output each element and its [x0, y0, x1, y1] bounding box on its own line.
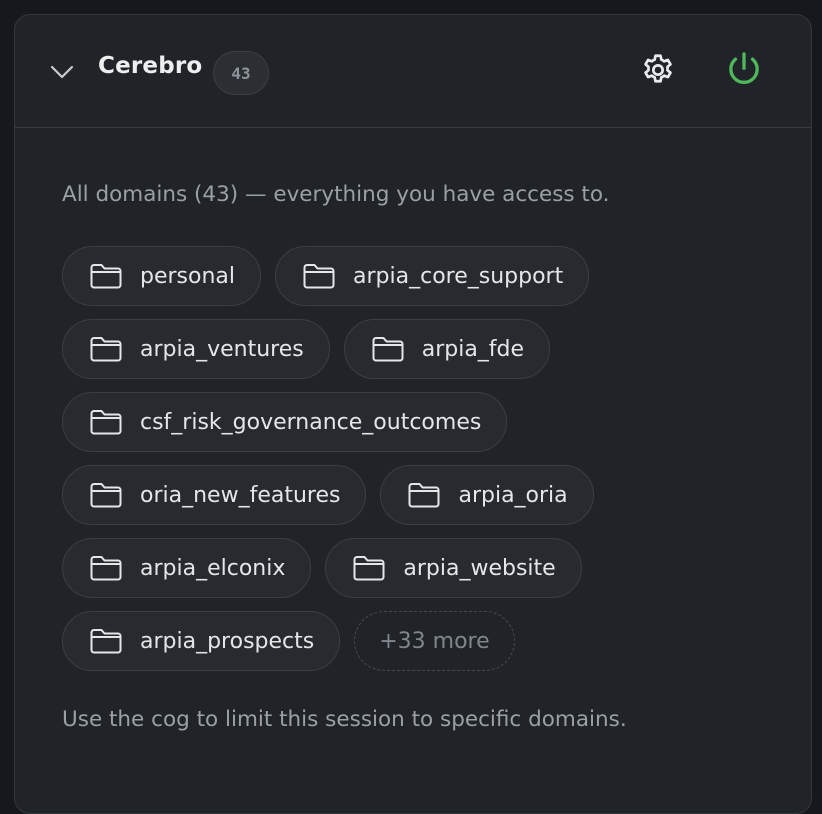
domain-chip-label: arpia_website [403, 555, 556, 581]
domain-chip[interactable]: arpia_oria [380, 465, 594, 525]
domain-chip[interactable]: oria_new_features [62, 465, 367, 525]
cerebro-panel: Cerebro 43 All domains (43) — everything… [14, 14, 812, 814]
domain-chip[interactable]: arpia_core_support [275, 246, 590, 306]
cog-hint-text: Use the cog to limit this session to spe… [62, 707, 627, 732]
domain-chip[interactable]: arpia_fde [343, 319, 551, 379]
domain-chip[interactable]: arpia_website [325, 538, 582, 598]
domain-chip[interactable]: personal [62, 246, 262, 306]
chevron-down-icon [50, 65, 74, 79]
domain-chip-label: csf_risk_governance_outcomes [140, 409, 482, 435]
folder-icon [89, 627, 123, 655]
folder-icon [352, 554, 386, 582]
domain-chip-label: arpia_ventures [140, 336, 304, 362]
settings-button[interactable] [639, 51, 677, 89]
collapse-button[interactable] [49, 59, 75, 85]
domain-chip[interactable]: csf_risk_governance_outcomes [62, 392, 508, 452]
folder-icon [371, 335, 405, 363]
power-icon [729, 52, 759, 84]
folder-icon [89, 335, 123, 363]
folder-icon [302, 262, 336, 290]
domain-chip[interactable]: arpia_ventures [62, 319, 330, 379]
gear-icon [644, 54, 672, 83]
power-toggle-button[interactable] [725, 50, 763, 88]
domain-chip-label: oria_new_features [140, 482, 341, 508]
domain-chip-label: arpia_core_support [353, 263, 564, 289]
panel-title: Cerebro [98, 53, 203, 79]
domain-chip-label: arpia_oria [458, 482, 568, 508]
domains-description: All domains (43) — everything you have a… [62, 182, 610, 207]
more-domains-button[interactable]: +33 more [354, 611, 515, 671]
folder-icon [89, 408, 123, 436]
domain-chip-label: arpia_elconix [140, 555, 286, 581]
domain-chip-list: personal arpia_core_support arpia_ventures… [62, 246, 762, 671]
domain-chip-label: personal [140, 263, 236, 289]
folder-icon [407, 481, 441, 509]
domain-chip[interactable]: arpia_prospects [62, 611, 341, 671]
folder-icon [89, 481, 123, 509]
domain-count-badge: 43 [213, 51, 269, 95]
folder-icon [89, 262, 123, 290]
domain-chip[interactable]: arpia_elconix [62, 538, 312, 598]
folder-icon [89, 554, 123, 582]
domain-chip-label: arpia_fde [421, 336, 525, 362]
panel-header: Cerebro 43 [15, 15, 811, 128]
domain-chip-label: arpia_prospects [140, 628, 315, 654]
